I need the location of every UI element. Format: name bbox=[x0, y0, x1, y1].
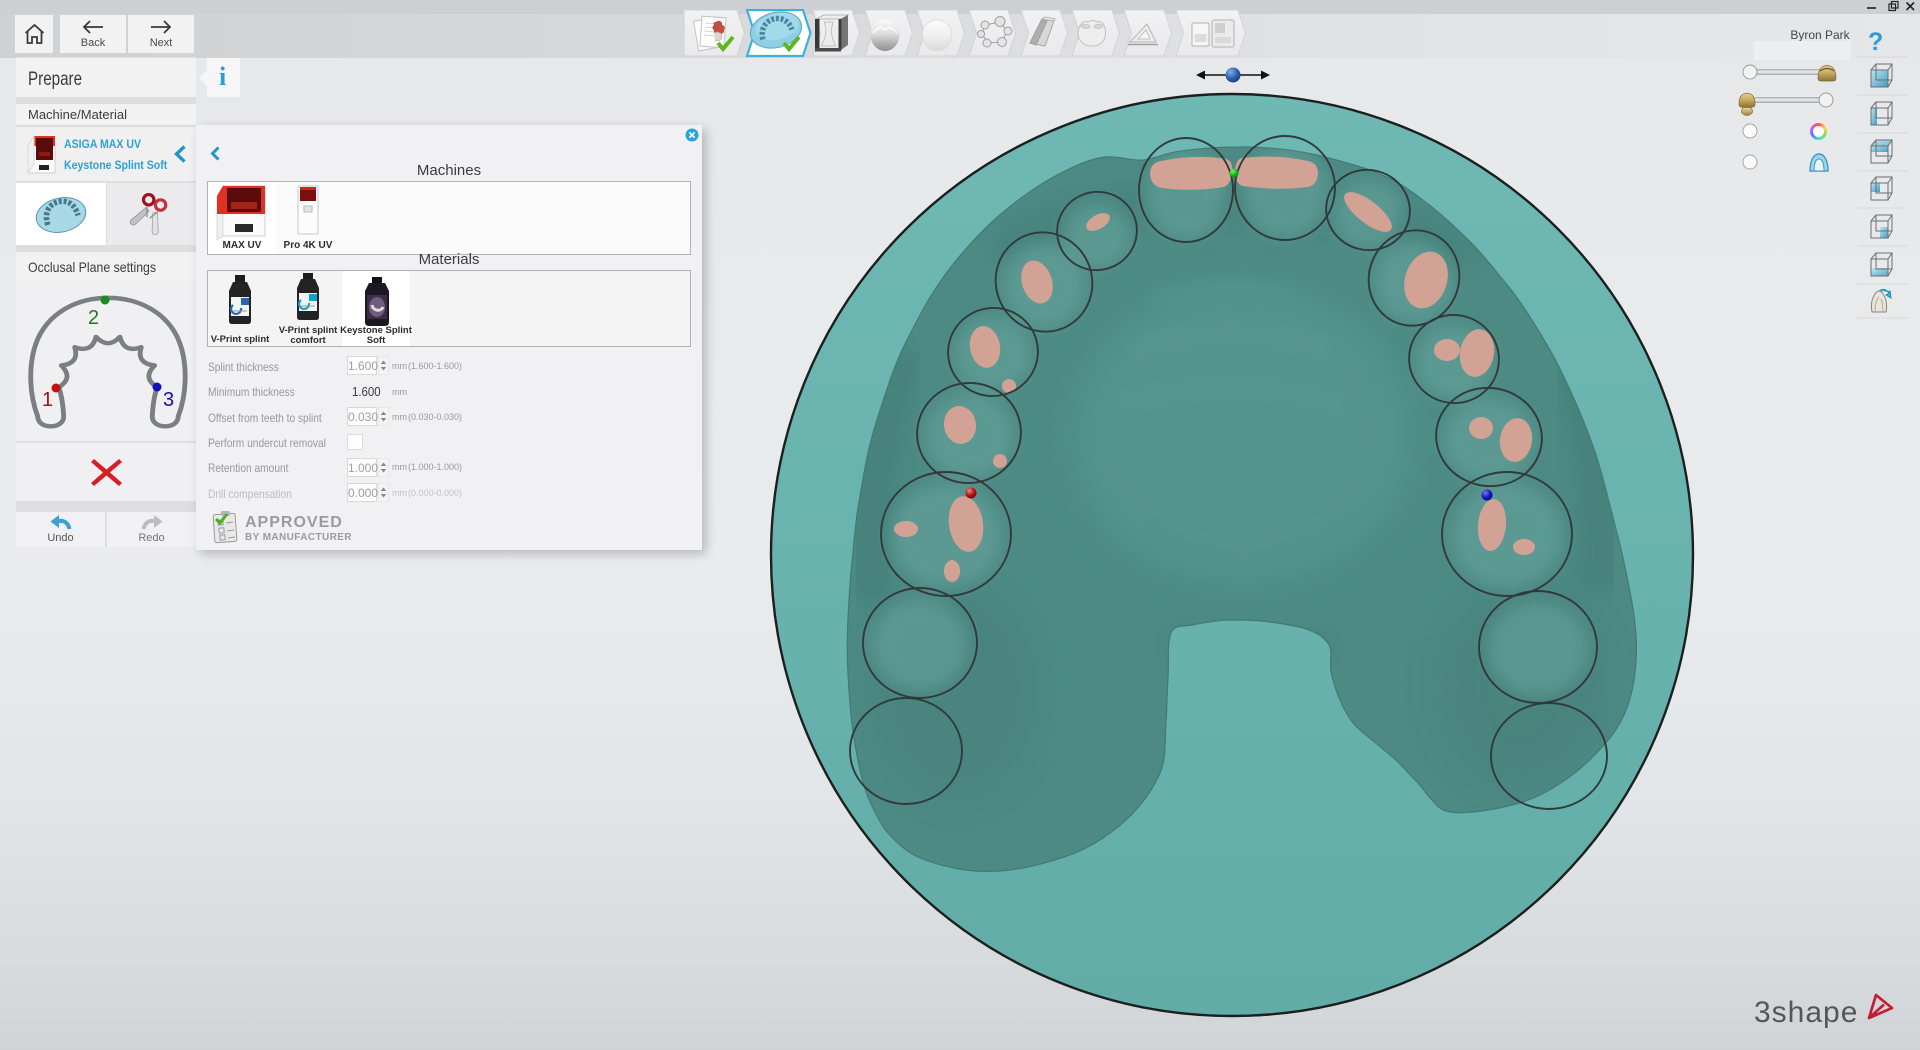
svg-text:1: 1 bbox=[42, 389, 53, 411]
svg-text:2: 2 bbox=[88, 307, 99, 329]
svg-text:3: 3 bbox=[163, 389, 174, 411]
